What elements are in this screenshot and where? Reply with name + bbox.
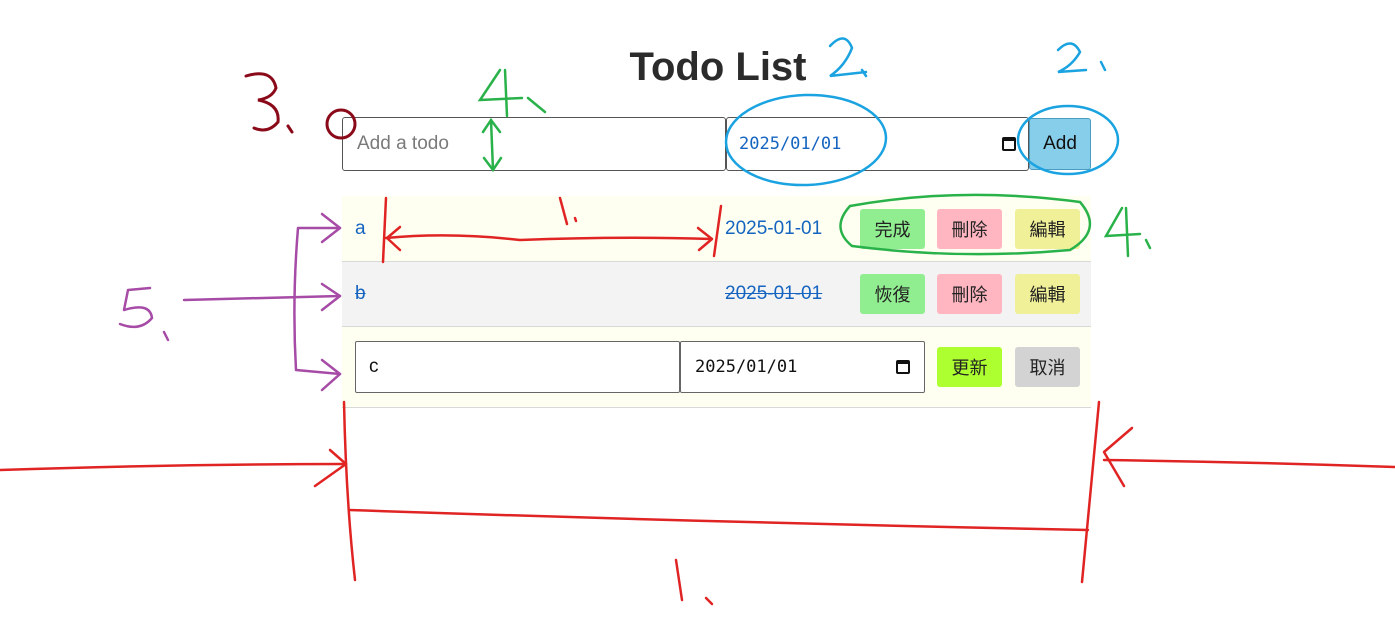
todo-app-page: Todo List 2025/01/01 Add a 2025-01-01 完成… [0,0,1395,631]
delete-button[interactable]: 刪除 [937,208,1002,249]
todo-text: a [355,217,366,239]
margin-arrow-left-head [313,448,348,488]
complete-button[interactable]: 完成 [860,208,925,249]
annotation-5 [118,286,170,342]
annotation-1-bottom [674,558,714,606]
edit-date-input[interactable]: 2025/01/01 [680,341,925,393]
container-line-right [1080,400,1101,584]
margin-arrow-left [0,462,348,472]
row-arrow-head [320,358,342,392]
row-arrow-mid [182,294,342,302]
cancel-button[interactable]: 取消 [1015,347,1080,387]
add-date-value: 2025/01/01 [739,134,842,154]
page-title: Todo List [629,45,807,89]
edit-date-value: 2025/01/01 [695,357,798,377]
add-button[interactable]: Add [1029,118,1091,170]
container-line-left [342,400,357,582]
delete-button[interactable]: 刪除 [937,274,1002,314]
calendar-icon[interactable] [896,360,910,374]
edit-button[interactable]: 編輯 [1015,274,1080,314]
todo-item-completed: b 2025-01-01 恢復 刪除 編輯 [342,262,1091,327]
todo-text: b [355,283,366,304]
update-button[interactable]: 更新 [937,347,1002,387]
todo-item: a 2025-01-01 完成 刪除 編輯 [342,196,1091,262]
margin-arrow-right [1102,458,1395,469]
todo-item-editing: c 2025/01/01 更新 取消 [342,327,1091,408]
todo-list: a 2025-01-01 完成 刪除 編輯 b 2025-01-01 恢復 刪除… [342,196,1091,408]
margin-arrow-right-head [1102,426,1134,488]
todo-date: 2025-01-01 [725,283,823,304]
annotation-4-right [1103,206,1152,258]
add-todo-input[interactable] [342,117,726,171]
container-span [347,508,1090,532]
todo-date: 2025-01-01 [725,217,823,239]
edit-button[interactable]: 編輯 [1015,208,1080,249]
add-date-input[interactable]: 2025/01/01 [726,117,1029,171]
row-arrow-bracket [293,226,342,376]
calendar-icon[interactable] [1002,137,1016,151]
edit-text-input[interactable]: c [355,341,680,393]
restore-button[interactable]: 恢復 [860,274,925,314]
row-arrow-head [320,282,342,312]
row-arrow-head [320,212,342,244]
